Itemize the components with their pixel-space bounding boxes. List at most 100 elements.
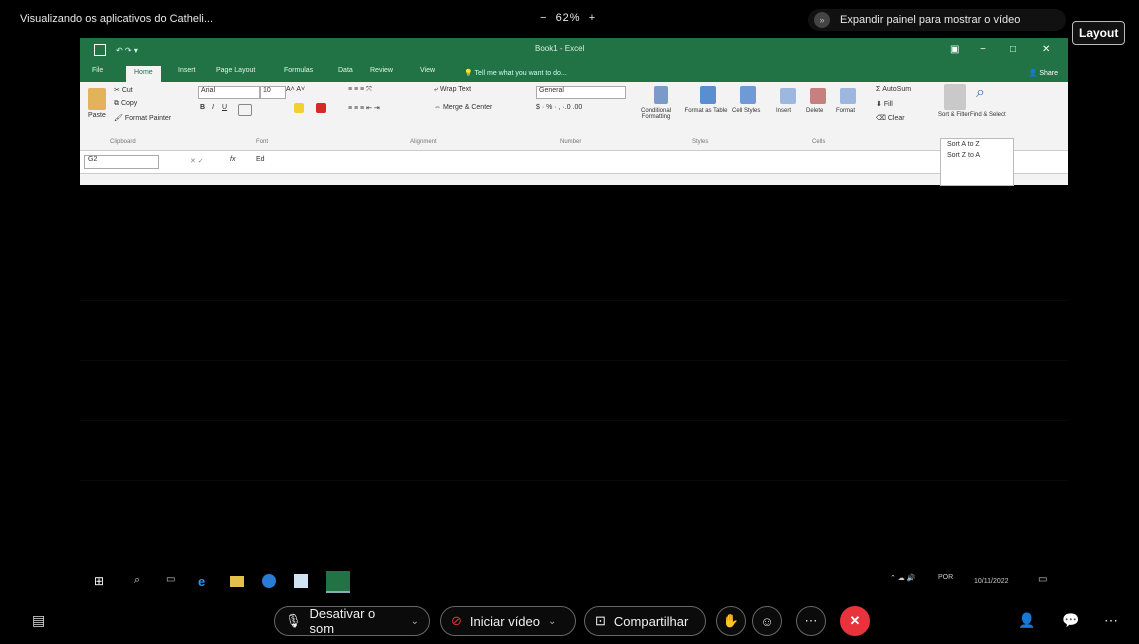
insert-label: Insert — [776, 108, 792, 114]
tab-insert[interactable]: Insert — [178, 67, 196, 74]
reactions-button[interactable]: ☺ — [752, 606, 782, 636]
paste-icon[interactable] — [88, 88, 106, 110]
browser-icon[interactable] — [262, 574, 276, 588]
tab-file[interactable]: File — [92, 67, 103, 74]
search-icon[interactable]: ⌕ — [134, 574, 148, 588]
chevron-down-icon: ⌄ — [410, 615, 419, 627]
tray-date[interactable]: 10/11/2022 — [974, 578, 1009, 585]
wrap-text-button[interactable]: ⤶ Wrap Text — [434, 86, 471, 94]
copy-label: Copy — [120, 100, 138, 107]
start-icon[interactable]: ⊞ — [94, 574, 108, 588]
chat-panel-icon[interactable]: ▤ — [32, 612, 45, 629]
format-painter-button[interactable]: 🖌 Format Painter — [114, 114, 171, 122]
sort-filter-icon[interactable] — [944, 84, 966, 110]
file-explorer-icon[interactable] — [230, 576, 244, 587]
end-call-button[interactable]: ✕ — [840, 606, 870, 636]
share-screen-label: Compartilhar — [613, 613, 689, 629]
share-label: Share — [1039, 70, 1058, 77]
more-icon: ⋯ — [804, 613, 818, 628]
zoom-out-button[interactable]: − — [540, 12, 547, 24]
delete-cells-icon[interactable] — [810, 88, 826, 104]
ribbon-tabs: File Home Insert Page Layout Formulas Da… — [80, 64, 1068, 82]
delete-label: Delete — [806, 108, 824, 114]
layout-button[interactable]: Layout — [1072, 21, 1126, 45]
merge-center-button[interactable]: ⇔ Merge & Center — [434, 104, 492, 111]
mute-button[interactable]: 🎙 Desativar o som ⌄ — [274, 606, 430, 636]
format-label: Format — [836, 108, 856, 114]
name-box[interactable]: G2 — [84, 155, 159, 169]
align-top-icons[interactable]: ≡ ≡ ≡ ⤧ — [348, 86, 372, 94]
zoom-in-button[interactable]: + — [589, 12, 596, 24]
minimize-button[interactable]: − — [980, 44, 986, 55]
excel-window: ↶ ↷ ▾ Book1 - Excel ▣ − □ ✕ File Home In… — [80, 38, 1068, 186]
tab-home[interactable]: Home — [126, 66, 161, 82]
participants-icon[interactable]: 👤 — [1018, 612, 1035, 629]
chat-icon[interactable]: 💬 — [1062, 612, 1079, 629]
more-options-button[interactable]: ⋯ — [796, 606, 826, 636]
cut-button[interactable]: ✂ Cut — [114, 86, 133, 94]
share-screen-button[interactable]: ⊡ Compartilhar — [584, 606, 706, 636]
maximize-button[interactable]: □ — [1010, 44, 1016, 55]
clear-button[interactable]: ⌫ Clear — [876, 114, 905, 122]
fill-button[interactable]: ⬇ Fill — [876, 100, 893, 108]
format-cells-icon[interactable] — [840, 88, 856, 104]
cell-styles-icon[interactable] — [740, 86, 756, 104]
find-select-icon[interactable]: ⌕ — [976, 84, 985, 102]
worksheet-area[interactable] — [80, 186, 1068, 566]
row-divider — [80, 300, 1068, 301]
task-view-icon[interactable]: ▭ — [166, 574, 180, 588]
close-button[interactable]: ✕ — [1042, 44, 1050, 55]
edge-icon[interactable]: e — [198, 574, 212, 589]
sort-a-to-z-item[interactable]: Sort A to Z — [941, 139, 1013, 150]
copy-button[interactable]: ⧉ Copy — [114, 100, 137, 108]
tab-formulas[interactable]: Formulas — [284, 67, 313, 74]
font-size-select[interactable]: 10 — [260, 86, 286, 99]
tray-language[interactable]: POR — [938, 574, 953, 581]
format-as-table-icon[interactable] — [700, 86, 716, 104]
tab-review[interactable]: Review — [370, 67, 393, 74]
quick-access-undo-redo[interactable]: ↶ ↷ ▾ — [116, 46, 138, 55]
excel-taskbar-icon[interactable] — [326, 571, 350, 593]
number-format-select[interactable]: General — [536, 86, 626, 99]
zoom-value: 62% — [555, 12, 581, 24]
font-name-select[interactable]: Arial — [198, 86, 260, 99]
meeting-controls: ▤ 🎙 Desativar o som ⌄ ⊘ Iniciar vídeo ⌄ … — [0, 600, 1139, 644]
number-format-icons[interactable]: $ · % · , ·.0 .00 — [536, 104, 582, 111]
app-icon[interactable] — [294, 574, 308, 588]
font-color-icon[interactable] — [316, 103, 326, 113]
autosum-button[interactable]: Σ AutoSum — [876, 86, 911, 93]
conditional-formatting-icon[interactable] — [654, 86, 668, 104]
raise-hand-icon: ✋ — [722, 613, 740, 628]
tab-page-layout[interactable]: Page Layout — [216, 67, 255, 74]
bold-button[interactable]: B — [200, 104, 205, 111]
group-number: Number — [560, 139, 582, 145]
close-icon: ✕ — [849, 613, 861, 628]
tab-view[interactable]: View — [420, 67, 435, 74]
raise-hand-button[interactable]: ✋ — [716, 606, 746, 636]
font-grow-shrink-icons[interactable]: A˄ A˅ — [286, 86, 305, 93]
formula-cancel-enter-icons[interactable]: ✕ ✓ — [190, 157, 204, 165]
viewing-apps-label: Visualizando os aplicativos do Catheli..… — [20, 13, 214, 25]
save-icon[interactable] — [94, 44, 106, 56]
microphone-icon: 🎙 — [285, 613, 302, 628]
underline-button[interactable]: U — [222, 104, 227, 111]
fill-color-icon[interactable] — [294, 103, 304, 113]
italic-button[interactable]: I — [212, 104, 214, 111]
ribbon-display-icon[interactable]: ▣ — [950, 44, 959, 55]
more-menu-icon[interactable]: ⋯ — [1104, 612, 1118, 629]
tell-me-search[interactable]: 💡 Tell me what you want to do... — [464, 69, 567, 77]
tray-icons[interactable]: ⌃ ☁ 🔊 — [890, 574, 915, 582]
start-video-button[interactable]: ⊘ Iniciar vídeo ⌄ — [440, 606, 576, 636]
tab-data[interactable]: Data — [338, 67, 353, 74]
insert-cells-icon[interactable] — [780, 88, 796, 104]
fx-icon[interactable]: fx — [230, 156, 235, 163]
group-styles: Styles — [692, 139, 709, 145]
share-button[interactable]: 👤 Share — [1029, 69, 1058, 77]
chevron-down-icon: ⌄ — [548, 615, 557, 627]
formula-input[interactable]: Ed — [256, 156, 265, 163]
align-horizontal-icons[interactable]: ≡ ≡ ≡ ⇤ ⇥ — [348, 104, 380, 112]
notifications-icon[interactable]: ▭ — [1038, 574, 1047, 585]
expand-video-panel-button[interactable]: » Expandir painel para mostrar o vídeo — [808, 9, 1066, 31]
borders-icon[interactable] — [238, 104, 252, 116]
sort-z-to-a-item[interactable]: Sort Z to A — [941, 150, 1013, 161]
